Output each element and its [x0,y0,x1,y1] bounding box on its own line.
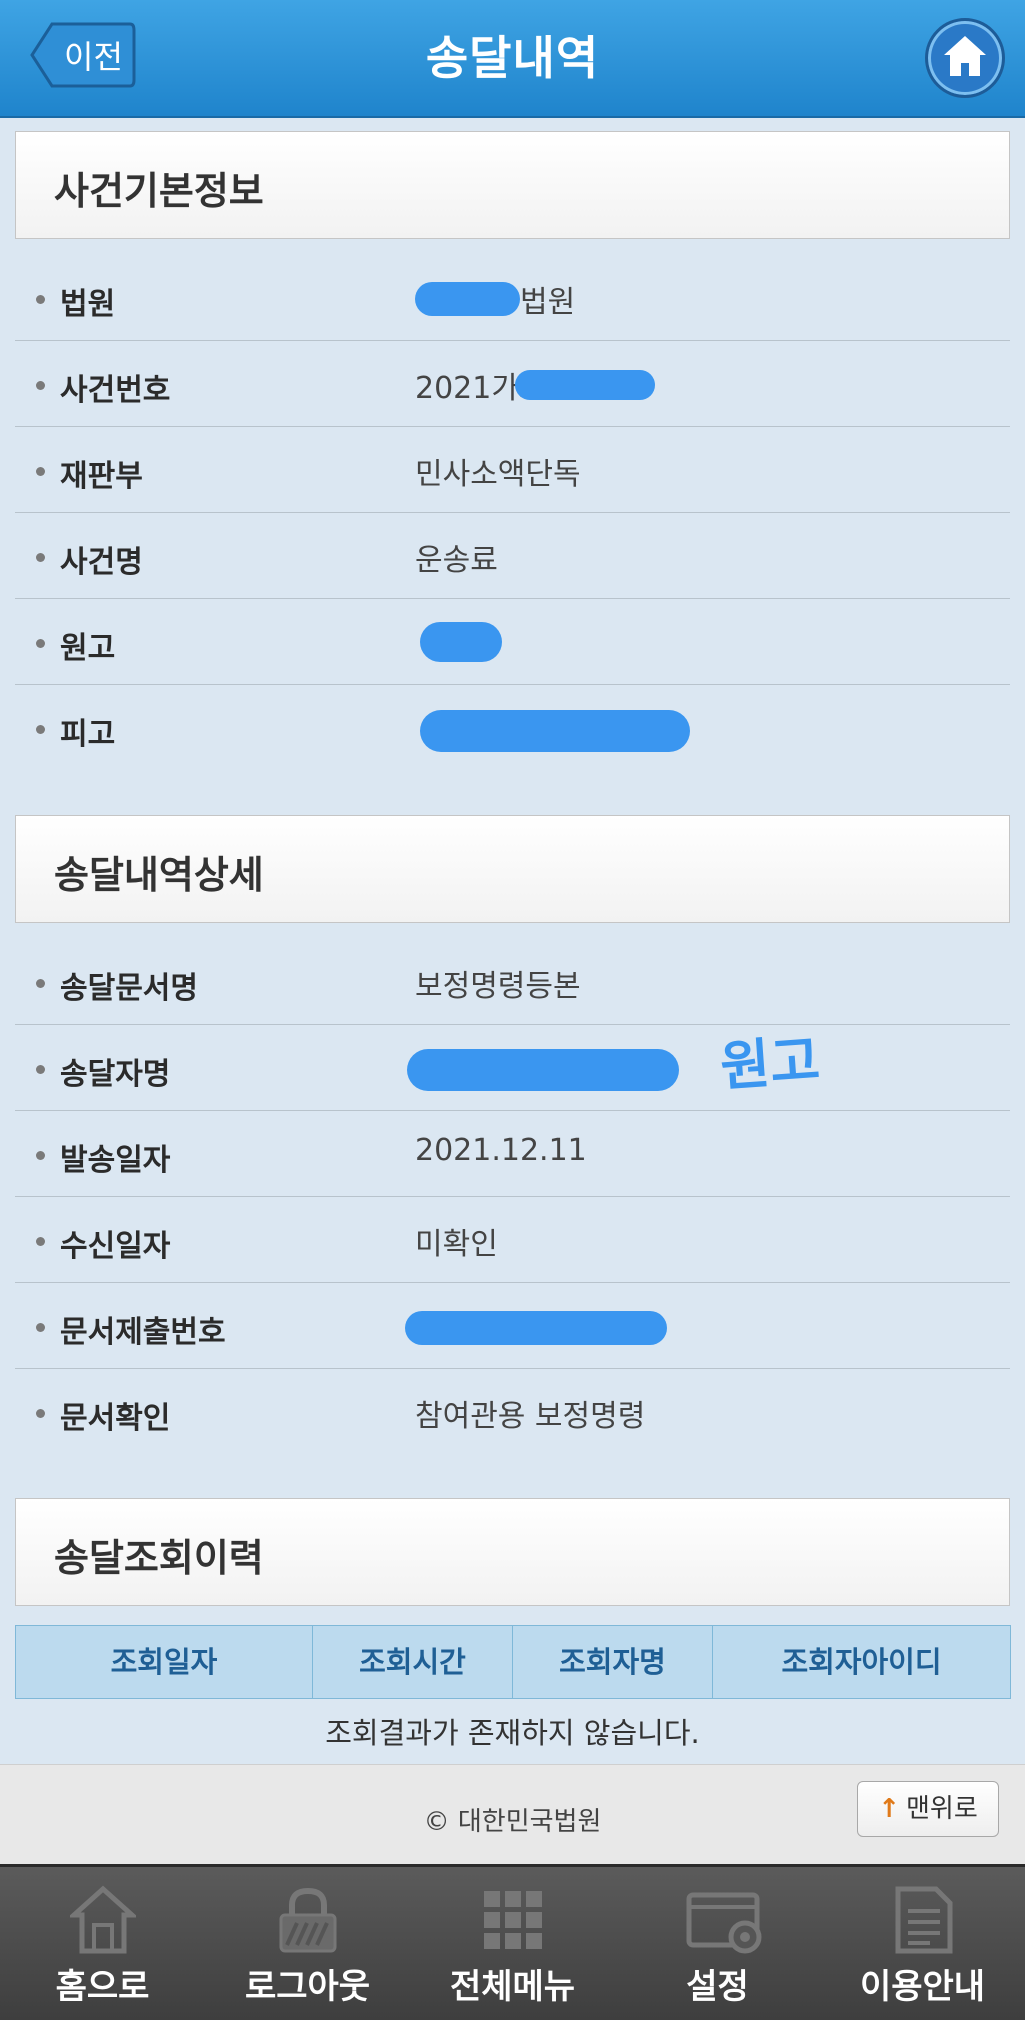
bullet-icon [36,381,45,390]
row-label: 재판부 [60,459,143,494]
lookup-history-table: 조회일자 조회시간 조회자명 조회자아이디 [15,1625,1011,1699]
nav-label: 설정 [686,1967,749,2007]
bottom-navigation: 홈으로 로그아웃 전체메뉴 설정 이용안내 [0,1864,1025,2020]
redaction-mark [420,622,502,662]
table-header-cell: 조회자아이디 [781,1645,942,1679]
nav-settings[interactable]: 설정 [615,1867,820,2020]
row-value: 법원 [520,285,576,320]
up-arrow-icon: ↑ [878,1794,901,1824]
settings-icon [686,1892,762,1954]
case-info-section-header: 사건기본정보 [15,131,1010,239]
nav-label: 로그아웃 [244,1967,371,2007]
row-label: 원고 [60,631,116,666]
row-label: 사건명 [60,545,143,580]
bullet-icon [36,467,45,476]
bullet-icon [36,979,45,988]
bullet-icon [36,295,45,304]
home-button[interactable] [925,18,1005,98]
info-row-document-name: 송달문서명 보정명령등본 [15,939,1010,1025]
info-row-defendant: 피고 [15,685,1010,771]
bullet-icon [36,725,45,734]
bullet-icon [36,1409,45,1418]
grid-icon [484,1891,542,1949]
info-row-division: 재판부 민사소액단독 [15,427,1010,513]
info-row-submission-number: 문서제출번호 [15,1283,1010,1369]
nav-home[interactable]: 홈으로 [0,1867,205,2020]
row-value: 보정명령등본 [415,969,581,1004]
info-row-recipient: 송달자명 원고 [15,1025,1010,1111]
redaction-mark [407,1049,679,1091]
nav-label: 홈으로 [55,1967,150,2007]
scroll-to-top-label: 맨위로 [906,1794,978,1824]
lookup-history-section-header: 송달조회이력 [15,1498,1010,1606]
row-label: 송달문서명 [60,971,198,1006]
table-header-cell: 조회시간 [313,1626,513,1698]
row-label: 피고 [60,717,116,752]
info-row-document-check: 문서확인 참여관용 보정명령 [15,1369,1010,1455]
row-label: 문서확인 [60,1401,171,1436]
page-footer: © 대한민국법원 ↑ 맨위로 [0,1764,1025,1865]
redaction-mark [415,282,520,316]
lock-icon [279,1887,337,1953]
row-label: 발송일자 [60,1143,171,1178]
bullet-icon [36,1151,45,1160]
row-value: 운송료 [415,543,498,578]
app-header: 이전 송달내역 [0,0,1025,118]
nav-all-menu[interactable]: 전체메뉴 [410,1867,615,2020]
row-label: 문서제출번호 [60,1315,226,1350]
bullet-icon [36,553,45,562]
row-value: 미확인 [415,1227,498,1262]
bullet-icon [36,1237,45,1246]
section-title: 송달내역상세 [54,853,264,897]
document-icon [895,1886,953,1954]
house-icon [70,1885,136,1954]
redaction-mark [420,710,690,752]
info-row-send-date: 발송일자 2021.12.11 [15,1111,1010,1197]
info-row-court: 법원 법원 [15,255,1010,341]
handwritten-note: 원고 [718,1027,822,1099]
bullet-icon [36,1323,45,1332]
home-icon [944,36,986,76]
bullet-icon [36,639,45,648]
row-label: 사건번호 [60,373,171,408]
empty-result-message: 조회결과가 존재하지 않습니다. [325,1716,700,1750]
nav-logout[interactable]: 로그아웃 [205,1867,410,2020]
scroll-to-top-button[interactable]: ↑ 맨위로 [857,1781,999,1837]
info-row-case-name: 사건명 운송료 [15,513,1010,599]
row-label: 송달자명 [60,1057,171,1092]
table-header-cell: 조회자명 [513,1626,713,1698]
row-label: 법원 [60,287,116,322]
info-row-receive-date: 수신일자 미확인 [15,1197,1010,1283]
row-value: 민사소액단독 [415,457,581,492]
nav-guide[interactable]: 이용안내 [820,1867,1025,2020]
redaction-mark [405,1311,667,1345]
delivery-detail-section-header: 송달내역상세 [15,815,1010,923]
table-header-cell: 조회일자 [16,1626,313,1698]
page-title: 송달내역 [425,31,600,85]
row-label: 수신일자 [60,1229,171,1264]
info-row-plaintiff: 원고 [15,599,1010,685]
row-value: 2021.12.11 [415,1133,587,1168]
redaction-mark [515,370,655,400]
section-title: 사건기본정보 [54,169,264,213]
nav-label: 이용안내 [859,1967,986,2007]
nav-label: 전체메뉴 [449,1967,576,2007]
bullet-icon [36,1065,45,1074]
info-row-case-number: 사건번호 2021가소 [15,341,1010,427]
document-check-link[interactable]: 참여관용 보정명령 [415,1391,645,1435]
section-title: 송달조회이력 [54,1536,264,1580]
